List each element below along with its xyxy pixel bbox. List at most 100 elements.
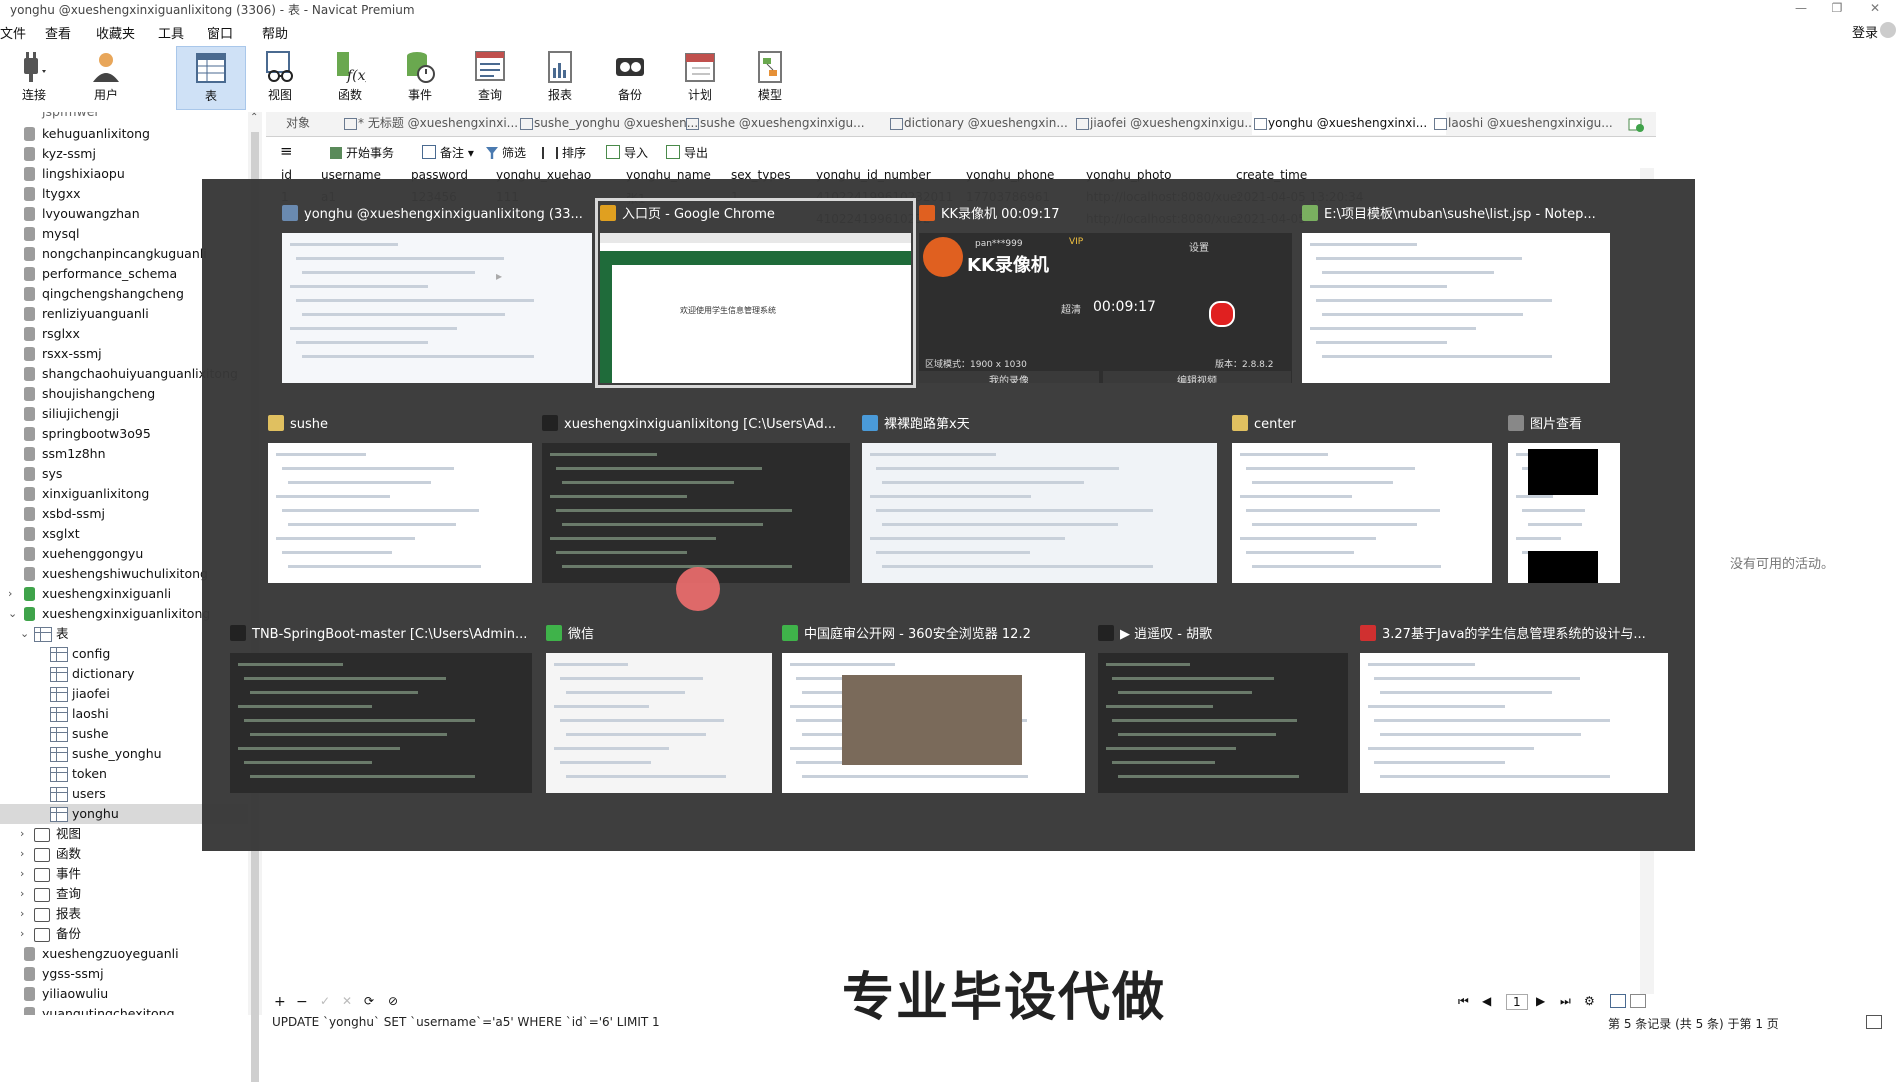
switcher-window[interactable]: 微信: [546, 623, 772, 793]
toolbar-event-button[interactable]: 事件: [386, 46, 454, 108]
tree-database-item[interactable]: ygss-ssmj: [0, 964, 248, 984]
table-item-label: token: [72, 766, 107, 781]
menu-tools[interactable]: 工具: [158, 23, 184, 42]
switcher-window[interactable]: 3.27基于Java的学生信息管理系统的设计与...: [1360, 623, 1668, 793]
toolbar-schedule-button[interactable]: 计划: [666, 46, 734, 108]
kk-edit-video[interactable]: 编辑视频: [1103, 371, 1291, 383]
switcher-window[interactable]: E:\项目模板\muban\sushe\list.jsp - Notep...: [1302, 203, 1610, 383]
apply-icon[interactable]: ✓: [320, 994, 330, 1008]
tab[interactable]: laoshi @xueshengxinxigu...: [1432, 112, 1644, 135]
memo-button[interactable]: 备注 ▾: [422, 144, 474, 161]
toolbar-model-button[interactable]: 模型: [736, 46, 804, 108]
tab[interactable]: jiaofei @xueshengxinxigu...: [1074, 112, 1266, 135]
tree-object-node[interactable]: › 事件: [0, 864, 248, 884]
notepad-icon: [1302, 205, 1318, 221]
minimize-button[interactable]: —: [1786, 0, 1816, 18]
scroll-up-icon[interactable]: ⌃: [250, 112, 258, 123]
toolbar-connect-button[interactable]: 连接: [0, 46, 68, 108]
user-avatar-icon[interactable]: [1880, 22, 1896, 38]
last-page-icon[interactable]: ⏭: [1560, 994, 1571, 1009]
tree-database-item[interactable]: xueshengzuoyeguanli: [0, 944, 248, 964]
switcher-window[interactable]: 裸裸跑路第x天: [862, 413, 1217, 583]
toolbar-user-button[interactable]: 用户: [72, 46, 140, 108]
kk-my-recordings[interactable]: 我的录像: [919, 371, 1099, 383]
collapsed-chevron-icon[interactable]: ›: [20, 924, 30, 944]
first-page-icon[interactable]: ⏮: [1458, 994, 1469, 1009]
tree-database-item[interactable]: yiliaowuliu: [0, 984, 248, 1004]
switcher-window[interactable]: yonghu @xueshengxinxiguanlixitong (33...: [282, 203, 592, 383]
thumbnail-content-line: [288, 481, 432, 484]
collapsed-chevron-icon[interactable]: ›: [20, 824, 30, 844]
grid-view-icon[interactable]: [1610, 994, 1626, 1008]
switcher-window[interactable]: ▶ 逍遥叹 - 胡歌: [1098, 623, 1348, 793]
menu-window[interactable]: 窗口: [207, 23, 233, 42]
import-button[interactable]: 导入: [606, 144, 648, 161]
switcher-window[interactable]: 中国庭审公开网 - 360安全浏览器 12.2: [782, 623, 1085, 793]
tree-database-item[interactable]: yuanqutingchexitong: [0, 1004, 248, 1015]
tree-database-item[interactable]: kyz-ssmj: [0, 144, 248, 164]
thumbnail-content-line: [1516, 495, 1553, 498]
record-stop-button[interactable]: [1209, 301, 1235, 327]
restore-button[interactable]: ❐: [1822, 0, 1852, 18]
collapsed-chevron-icon[interactable]: ›: [20, 884, 30, 904]
menu-help[interactable]: 帮助: [262, 23, 288, 42]
refresh-icon[interactable]: ⟳: [364, 994, 374, 1008]
stop-icon[interactable]: ⊘: [388, 994, 398, 1008]
menu-view[interactable]: 查看: [45, 23, 71, 42]
next-page-icon[interactable]: ▶: [1536, 994, 1545, 1008]
tree-partial-row[interactable]: jspfmwei: [42, 112, 98, 122]
close-button[interactable]: ✕: [1860, 0, 1890, 18]
switcher-window[interactable]: center: [1232, 413, 1492, 583]
tab[interactable]: sushe @xueshengxinxigu...: [684, 112, 902, 135]
tree-object-node[interactable]: › 查询: [0, 884, 248, 904]
object-node-label: 备份: [56, 926, 82, 941]
tab[interactable]: * 无标题 @xueshengxinxi...: [342, 112, 532, 135]
collapsed-chevron-icon[interactable]: ›: [20, 844, 30, 864]
switcher-window[interactable]: TNB-SpringBoot-master [C:\Users\Admin...: [230, 623, 532, 793]
toolbar-query-button[interactable]: 查询: [456, 46, 524, 108]
toolbar-report-button[interactable]: 报表: [526, 46, 594, 108]
discard-icon[interactable]: ✕: [342, 994, 352, 1008]
export-button[interactable]: 导出: [666, 144, 708, 161]
collapsed-chevron-icon[interactable]: ›: [20, 904, 30, 924]
add-record-icon[interactable]: +: [274, 994, 286, 1010]
expanded-chevron-icon[interactable]: ⌄: [8, 604, 18, 624]
sort-button[interactable]: 排序: [542, 144, 586, 161]
login-link[interactable]: 登录: [1852, 22, 1878, 41]
grid-menu-icon[interactable]: ≡: [280, 142, 293, 160]
switcher-window[interactable]: 图片查看: [1508, 413, 1620, 583]
new-tab-icon[interactable]: [1628, 116, 1644, 132]
expanded-chevron-icon[interactable]: ⌄: [20, 624, 30, 644]
tree-object-node[interactable]: › 备份: [0, 924, 248, 944]
toolbar-backup-button[interactable]: 备份: [596, 46, 664, 108]
tab[interactable]: sushe_yonghu @xueshen...: [518, 112, 698, 135]
no-activity-text: 没有可用的活动。: [1730, 557, 1835, 572]
tree-database-item[interactable]: kehuguanlixitong: [0, 124, 248, 144]
collapsed-chevron-icon[interactable]: ›: [20, 864, 30, 884]
form-view-icon[interactable]: [1630, 994, 1646, 1008]
menu-file[interactable]: 文件: [0, 23, 26, 42]
tab[interactable]: dictionary @xueshengxin...: [888, 112, 1088, 135]
toolbar-view-button[interactable]: 视图: [246, 46, 314, 108]
tab-active[interactable]: yonghu @xueshengxinxi...: [1252, 112, 1446, 135]
toolbar-table-button[interactable]: 表: [176, 46, 246, 110]
tab-label: sushe_yonghu @xueshen...: [534, 116, 698, 130]
begin-transaction-button[interactable]: 开始事务: [330, 144, 394, 161]
database-icon: [24, 167, 35, 181]
toolbar-function-button[interactable]: f(x) 函数: [316, 46, 384, 108]
filter-button[interactable]: 筛选: [486, 144, 526, 161]
window-title: yonghu @xueshengxinxiguanlixitong (3306)…: [10, 3, 415, 17]
switcher-window[interactable]: xueshengxinxiguanlixitong [C:\Users\Ad..…: [542, 413, 850, 583]
page-number-input[interactable]: 1: [1506, 994, 1528, 1010]
page-settings-icon[interactable]: ⚙: [1584, 994, 1595, 1008]
switcher-window-selected[interactable]: 入口页 - Google Chrome 欢迎使用学生信息管理系统: [595, 198, 916, 388]
kk-user: pan***999: [975, 239, 1023, 249]
collapsed-chevron-icon[interactable]: ›: [8, 584, 18, 604]
panel-toggle-icon[interactable]: [1866, 1015, 1882, 1029]
menu-favorites[interactable]: 收藏夹: [96, 23, 135, 42]
delete-record-icon[interactable]: −: [296, 994, 308, 1010]
switcher-window[interactable]: sushe: [268, 413, 532, 583]
prev-page-icon[interactable]: ◀: [1482, 994, 1491, 1008]
tree-object-node[interactable]: › 报表: [0, 904, 248, 924]
switcher-window[interactable]: KK录像机 00:09:17 KK录像机 pan***999 VIP 设置 超清 00:09…: [919, 203, 1292, 383]
